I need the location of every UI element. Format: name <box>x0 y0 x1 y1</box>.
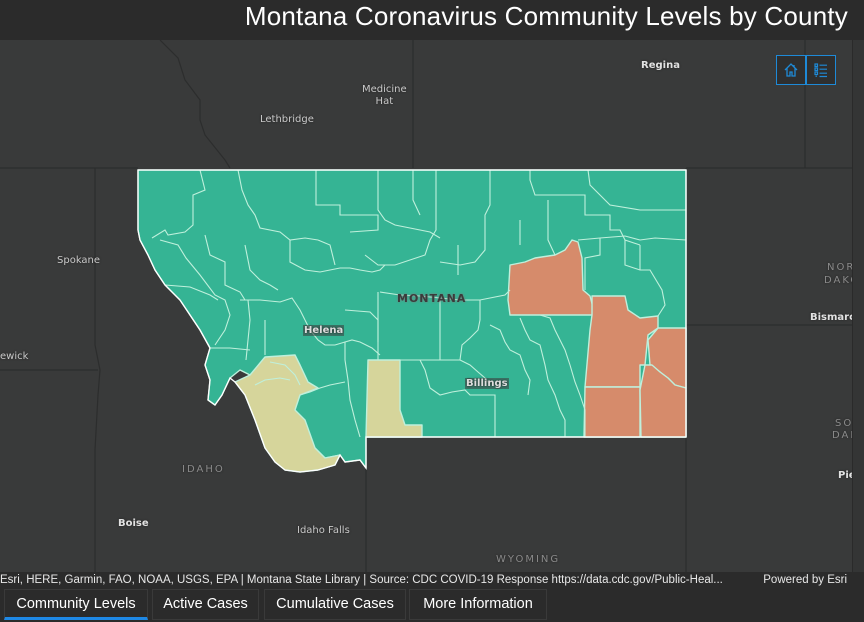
label-south-dakota-line1: SO <box>835 418 854 429</box>
label-helena: Helena <box>303 325 345 336</box>
tab-bar: Community Levels Active Cases Cumulative… <box>0 589 864 622</box>
label-lewiston: ewick <box>0 351 29 362</box>
powered-by-esri[interactable]: Powered by Esri <box>757 572 847 589</box>
county-high[interactable] <box>583 386 641 438</box>
home-icon <box>784 63 798 77</box>
tab-community-levels[interactable]: Community Levels <box>4 589 148 620</box>
map-view[interactable]: Regina Medicine Hat Lethbridge Spokane e… <box>0 40 864 572</box>
border-bc-alberta <box>159 40 231 169</box>
label-billings: Billings <box>465 378 509 389</box>
border-wa-id <box>94 168 101 396</box>
tab-cumulative-cases[interactable]: Cumulative Cases <box>264 589 406 620</box>
home-button[interactable] <box>776 55 806 85</box>
label-montana: MONTANA <box>397 292 467 305</box>
label-lethbridge: Lethbridge <box>260 114 314 125</box>
header-bar: Montana Coronavirus Community Levels by … <box>0 0 864 40</box>
label-spokane: Spokane <box>57 255 101 266</box>
tab-more-information[interactable]: More Information <box>409 589 547 620</box>
map-attribution: Esri, HERE, Garmin, FAO, NOAA, USGS, EPA… <box>0 572 851 589</box>
label-medicine-hat: Medicine Hat <box>362 84 407 107</box>
page-title: Montana Coronavirus Community Levels by … <box>244 1 848 31</box>
map-canvas[interactable] <box>0 40 864 572</box>
map-right-edge <box>852 40 864 572</box>
legend-list-icon <box>814 63 827 78</box>
label-wyoming: WYOMING <box>496 554 561 565</box>
label-idaho: IDAHO <box>182 464 225 475</box>
attribution-sources[interactable]: Esri, HERE, Garmin, FAO, NOAA, USGS, EPA… <box>0 572 723 589</box>
tab-active-cases[interactable]: Active Cases <box>152 589 259 620</box>
border-or-id <box>94 394 99 572</box>
label-idaho-falls: Idaho Falls <box>297 525 350 536</box>
legend-button[interactable] <box>806 55 836 85</box>
label-regina: Regina <box>641 60 680 71</box>
label-boise: Boise <box>118 518 149 529</box>
